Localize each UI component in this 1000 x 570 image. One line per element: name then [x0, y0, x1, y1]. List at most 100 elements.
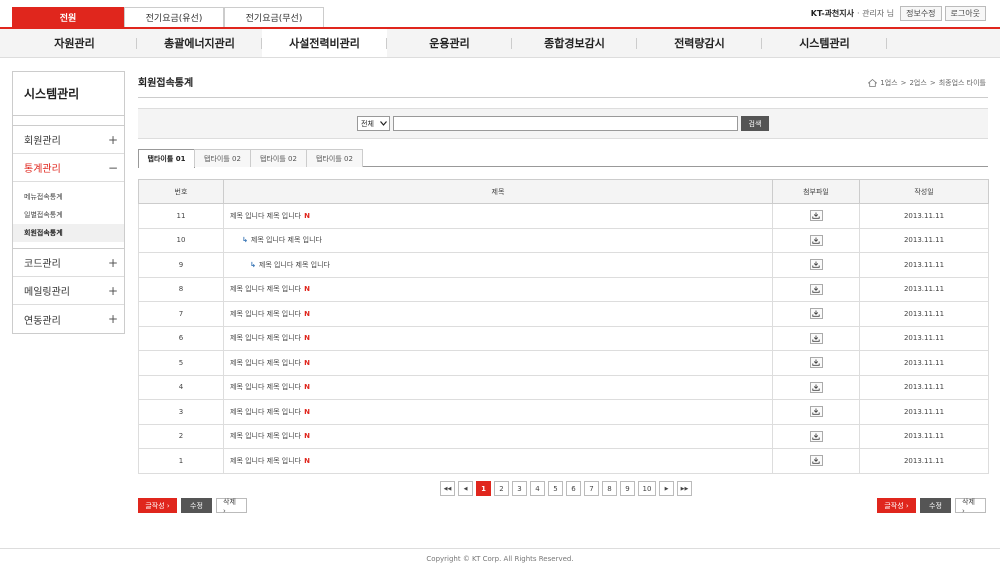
next-page-button[interactable]: ▶ [659, 481, 674, 496]
row-title-cell[interactable]: 제목 입니다 제목 입니다 N [223, 374, 773, 400]
table-row[interactable]: 2 제목 입니다 제목 입니다 N 2013.11.11 [138, 423, 989, 449]
row-title-cell[interactable]: 제목 입니다 제목 입니다 N [223, 448, 773, 474]
edit-profile-button[interactable]: 정보수정 [900, 6, 942, 21]
row-date: 2013.11.11 [859, 252, 989, 278]
search-filter-select[interactable]: 전체 [357, 116, 390, 131]
new-badge: N [304, 432, 310, 441]
row-title-cell[interactable]: ↳ 제목 입니다 제목 입니다 [223, 227, 773, 253]
sidebar-sub-menu-stats[interactable]: 메뉴접속통계 [13, 188, 124, 206]
table-row[interactable]: 11 제목 입니다 제목 입니다 N 2013.11.11 [138, 203, 989, 229]
first-page-button[interactable]: ◀◀ [440, 481, 455, 496]
logout-button[interactable]: 로그아웃 [944, 6, 986, 21]
row-title-cell[interactable]: 제목 입니다 제목 입니다 N [223, 399, 773, 425]
tab-2[interactable]: 탭타이틀 02 [194, 149, 251, 167]
row-title[interactable]: 제목 입니다 제목 입니다 [251, 236, 322, 244]
row-title[interactable]: 제목 입니다 제목 입니다 [230, 432, 301, 440]
edit-button[interactable]: 수정 [181, 498, 212, 513]
last-page-button[interactable]: ▶▶ [677, 481, 692, 496]
nav-resource[interactable]: 자원관리 [12, 29, 137, 57]
download-icon[interactable] [809, 381, 823, 393]
top-tab-wireless-bill[interactable]: 전기요금(무선) [224, 7, 324, 27]
sidebar-item-mailing[interactable]: 메일링관리 + [13, 277, 124, 305]
row-attachment [772, 448, 860, 474]
tab-1[interactable]: 탭타이틀 01 [138, 149, 195, 168]
home-icon[interactable] [868, 79, 878, 87]
page-4[interactable]: 4 [530, 481, 545, 496]
nav-private-power[interactable]: 사설전력비관리 [262, 29, 387, 57]
row-title-cell[interactable]: ↳ 제목 입니다 제목 입니다 [223, 252, 773, 278]
sidebar-item-link[interactable]: 연동관리 + [13, 305, 124, 333]
prev-page-button[interactable]: ◀ [458, 481, 473, 496]
page-5[interactable]: 5 [548, 481, 563, 496]
table-row[interactable]: 7 제목 입니다 제목 입니다 N 2013.11.11 [138, 301, 989, 327]
search-button[interactable]: 검색 [741, 116, 769, 131]
row-title-cell[interactable]: 제목 입니다 제목 입니다 N [223, 203, 773, 229]
top-tab-wired-bill[interactable]: 전기요금(유선) [124, 7, 224, 27]
nav-energy[interactable]: 총괄에너지관리 [137, 29, 262, 57]
edit-button[interactable]: 수정 [920, 498, 951, 513]
download-icon[interactable] [809, 455, 823, 467]
row-title-cell[interactable]: 제목 입니다 제목 입니다 N [223, 325, 773, 351]
nav-power-monitor[interactable]: 전력량감시 [637, 29, 762, 57]
download-icon[interactable] [809, 430, 823, 442]
row-title-cell[interactable]: 제목 입니다 제목 입니다 N [223, 350, 773, 376]
delete-button[interactable]: 삭제 › [216, 498, 247, 515]
row-title[interactable]: 제목 입니다 제목 입니다 [230, 359, 301, 367]
row-title-cell[interactable]: 제목 입니다 제목 입니다 N [223, 276, 773, 302]
page-1[interactable]: 1 [476, 481, 491, 496]
download-icon[interactable] [809, 283, 823, 295]
download-icon[interactable] [809, 357, 823, 369]
page-9[interactable]: 9 [620, 481, 635, 496]
page-7[interactable]: 7 [584, 481, 599, 496]
write-button[interactable]: 글작성 › [877, 498, 916, 513]
download-icon[interactable] [809, 332, 823, 344]
table-body: 11 제목 입니다 제목 입니다 N 2013.11.11 10 ↳ 제목 입니다 제목 입… [138, 203, 989, 474]
tab-3[interactable]: 탭타이틀 02 [250, 149, 307, 167]
table-row[interactable]: 10 ↳ 제목 입니다 제목 입니다 2013.11.11 [138, 227, 989, 253]
sidebar-sub-member-stats[interactable]: 회원접속통계 [13, 224, 124, 242]
row-title-cell[interactable]: 제목 입니다 제목 입니다 N [223, 423, 773, 449]
delete-button[interactable]: 삭제 › [955, 498, 986, 515]
new-badge: N [304, 358, 310, 367]
page-10[interactable]: 10 [638, 481, 656, 496]
sidebar-item-stats[interactable]: 통계관리 − [13, 154, 124, 182]
nav-alarm[interactable]: 종합경보감시 [512, 29, 637, 57]
table-row[interactable]: 9 ↳ 제목 입니다 제목 입니다 2013.11.11 [138, 252, 989, 278]
breadcrumb-item[interactable]: 1업스 [880, 78, 897, 88]
row-title[interactable]: 제목 입니다 제목 입니다 [230, 457, 301, 465]
table-row[interactable]: 1 제목 입니다 제목 입니다 N 2013.11.11 [138, 448, 989, 474]
page-6[interactable]: 6 [566, 481, 581, 496]
row-title[interactable]: 제목 입니다 제목 입니다 [230, 212, 301, 220]
sidebar-item-code[interactable]: 코드관리 + [13, 249, 124, 277]
search-input[interactable] [393, 116, 738, 131]
row-title[interactable]: 제목 입니다 제목 입니다 [230, 408, 301, 416]
breadcrumb-item[interactable]: 2업스 [909, 78, 926, 88]
page-8[interactable]: 8 [602, 481, 617, 496]
download-icon[interactable] [809, 308, 823, 320]
download-icon[interactable] [809, 210, 823, 222]
write-button[interactable]: 글작성 › [138, 498, 177, 513]
table-row[interactable]: 3 제목 입니다 제목 입니다 N 2013.11.11 [138, 399, 989, 425]
download-icon[interactable] [809, 259, 823, 271]
row-attachment [772, 399, 860, 425]
table-row[interactable]: 8 제목 입니다 제목 입니다 N 2013.11.11 [138, 276, 989, 302]
tab-4[interactable]: 탭타이틀 02 [306, 149, 363, 167]
page-3[interactable]: 3 [512, 481, 527, 496]
page-2[interactable]: 2 [494, 481, 509, 496]
row-title[interactable]: 제목 입니다 제목 입니다 [230, 383, 301, 391]
row-title[interactable]: 제목 입니다 제목 입니다 [259, 261, 330, 269]
row-title-cell[interactable]: 제목 입니다 제목 입니다 N [223, 301, 773, 327]
sidebar-sub-daily-stats[interactable]: 일별접속통계 [13, 206, 124, 224]
table-row[interactable]: 4 제목 입니다 제목 입니다 N 2013.11.11 [138, 374, 989, 400]
top-tab-power[interactable]: 전원 [12, 7, 124, 27]
row-title[interactable]: 제목 입니다 제목 입니다 [230, 334, 301, 342]
nav-system[interactable]: 시스템관리 [762, 29, 887, 57]
download-icon[interactable] [809, 406, 823, 418]
table-row[interactable]: 6 제목 입니다 제목 입니다 N 2013.11.11 [138, 325, 989, 351]
row-title[interactable]: 제목 입니다 제목 입니다 [230, 285, 301, 293]
row-title[interactable]: 제목 입니다 제목 입니다 [230, 310, 301, 318]
nav-operation[interactable]: 운용관리 [387, 29, 512, 57]
download-icon[interactable] [809, 234, 823, 246]
table-row[interactable]: 5 제목 입니다 제목 입니다 N 2013.11.11 [138, 350, 989, 376]
sidebar-item-member[interactable]: 회원관리 + [13, 126, 124, 154]
